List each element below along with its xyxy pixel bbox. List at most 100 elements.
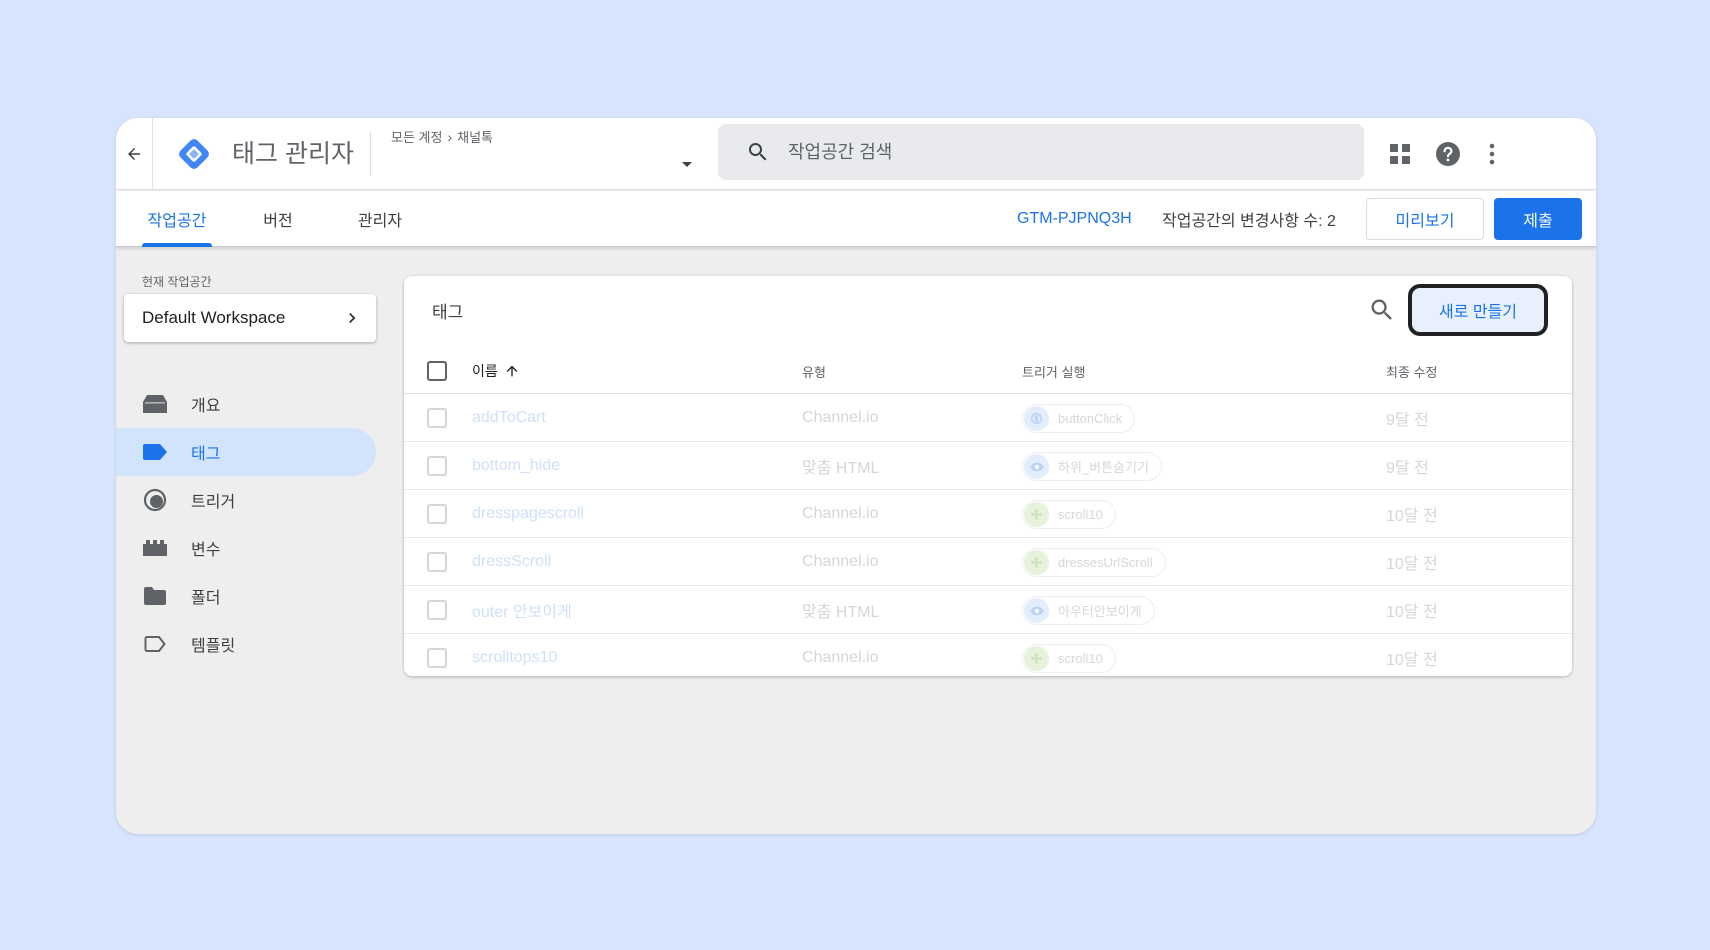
search-icon[interactable] [1368,296,1396,324]
tags-panel: 태그 새로 만들기 이름 유형 트리거 실행 최종 수정 addToCart C… [404,276,1572,676]
sidebar-item-triggers[interactable]: 트리거 [116,476,376,524]
sidebar-item-label: 폴더 [191,590,221,607]
tag-modified: 9달 전 [1386,412,1429,429]
tag-type: Channel.io [802,553,879,570]
submit-button[interactable]: 제출 [1494,198,1582,240]
row-checkbox[interactable] [427,456,447,476]
more-vert-icon [1489,143,1495,165]
trigger-chip-label: scroll10 [1058,507,1103,522]
title-divider [370,132,371,176]
column-header-trigger[interactable]: 트리거 실행 [1022,348,1085,394]
sidebar-item-label: 템플릿 [191,638,236,655]
trigger-chip[interactable]: scroll10 [1022,500,1116,529]
pageview-trigger-icon [1024,598,1049,623]
table-row[interactable]: outer 안보이게 맞춤 HTML 아우터안보이게 10달 전 [404,586,1572,634]
trigger-chip[interactable]: 하위_버튼숨기기 [1022,452,1162,481]
tag-name-link[interactable]: bottom_hide [472,442,560,490]
table-row[interactable]: scrolltops10 Channel.io scroll10 10달 전 [404,634,1572,676]
tag-modified: 9달 전 [1386,460,1429,477]
variable-icon [143,537,167,559]
new-tag-button[interactable]: 새로 만들기 [1408,284,1548,336]
sidebar-item-folders[interactable]: 폴더 [116,572,376,620]
breadcrumb-account[interactable]: 채널톡 [457,127,493,146]
column-header-type[interactable]: 유형 [802,348,826,394]
gtm-window: 태그 관리자 모든 계정 › 채널톡 작업공간 검색 작업공간 버전 관리자 G… [116,118,1596,834]
tag-icon [143,441,167,463]
tab-workspace[interactable]: 작업공간 [142,191,212,247]
table-header: 이름 유형 트리거 실행 최종 수정 [404,348,1572,394]
search-input[interactable] [788,141,1288,163]
workspace-tabs-bar: 작업공간 버전 관리자 GTM-PJPNQ3H 작업공간의 변경사항 수: 2 … [116,191,1596,247]
more-menu-button[interactable] [1478,140,1506,168]
tag-modified: 10달 전 [1386,508,1438,525]
tab-versions[interactable]: 버전 [253,191,303,247]
table-row[interactable]: dressScroll Channel.io dressesUrlScroll … [404,538,1572,586]
help-button[interactable] [1434,140,1462,168]
back-button[interactable] [116,118,153,190]
sidebar-item-overview[interactable]: 개요 [116,380,376,428]
sidebar-item-variables[interactable]: 변수 [116,524,376,572]
app-title: 태그 관리자 [232,140,354,168]
column-header-modified[interactable]: 최종 수정 [1386,348,1437,394]
apps-grid-button[interactable] [1386,140,1414,168]
tag-type: 맞춤 HTML [802,460,880,477]
container-id-link[interactable]: GTM-PJPNQ3H [1017,191,1132,247]
trigger-chip-label: scroll10 [1058,651,1103,666]
breadcrumb-all-accounts[interactable]: 모든 계정 [391,127,442,146]
workspace-changes-count: 작업공간의 변경사항 수: 2 [1162,213,1336,230]
search-icon [749,143,767,161]
sidebar-item-tags[interactable]: 태그 [116,428,376,476]
workspace-search[interactable] [718,124,1364,180]
trigger-chip[interactable]: scroll10 [1022,644,1116,673]
scroll-trigger-icon [1024,550,1049,575]
tag-name-link[interactable]: outer 안보이게 [472,586,572,634]
tag-name-link[interactable]: addToCart [472,394,546,442]
row-checkbox[interactable] [427,504,447,524]
table-row[interactable]: bottom_hide 맞춤 HTML 하위_버튼숨기기 9달 전 [404,442,1572,490]
trigger-chip-label: buttonClick [1058,411,1123,426]
scroll-trigger-icon [1024,646,1049,671]
trigger-chip[interactable]: buttonClick [1022,404,1136,433]
breadcrumb[interactable]: 모든 계정 › 채널톡 [391,127,493,146]
tag-modified: 10달 전 [1386,556,1438,573]
folder-icon [143,585,167,607]
panel-title: 태그 [432,303,464,322]
tag-name-link[interactable]: dressScroll [472,538,551,586]
select-all-checkbox[interactable] [427,361,447,381]
current-workspace-label: 현재 작업공간 [142,275,212,289]
tag-name-link[interactable]: scrolltops10 [472,634,557,676]
table-row[interactable]: addToCart Channel.io buttonClick 9달 전 [404,394,1572,442]
tag-type: 맞춤 HTML [802,604,880,621]
trigger-chip-label: 아우터안보이게 [1058,604,1142,619]
click-trigger-icon [1024,406,1049,431]
active-tab-indicator [142,243,212,247]
trigger-chip-label: dressesUrlScroll [1058,555,1153,570]
sidebar-item-label: 태그 [191,446,221,463]
tab-admin[interactable]: 관리자 [351,191,409,247]
tag-type: Channel.io [802,649,879,666]
trigger-chip[interactable]: dressesUrlScroll [1022,548,1166,577]
trigger-chip[interactable]: 아우터안보이게 [1022,596,1155,625]
tag-name-link[interactable]: dresspagescroll [472,490,584,538]
preview-button[interactable]: 미리보기 [1366,198,1484,240]
pageview-trigger-icon [1024,454,1049,479]
row-checkbox[interactable] [427,408,447,428]
table-row[interactable]: dresspagescroll Channel.io scroll10 10달 … [404,490,1572,538]
scroll-trigger-icon [1024,502,1049,527]
row-checkbox[interactable] [427,552,447,572]
overview-icon [143,393,167,415]
row-checkbox[interactable] [427,648,447,668]
sidebar-item-templates[interactable]: 템플릿 [116,620,376,668]
arrow-back-icon [128,148,140,160]
sidebar-item-label: 개요 [191,398,221,415]
column-header-name[interactable]: 이름 [472,348,520,394]
arrow-up-icon [506,365,518,377]
sidebar-item-label: 변수 [191,542,221,559]
column-name-label: 이름 [472,363,498,379]
workspace-selector[interactable]: Default Workspace [124,294,376,342]
tag-type: Channel.io [802,409,879,426]
help-icon [1436,142,1460,166]
top-header: 태그 관리자 모든 계정 › 채널톡 [116,118,1596,190]
dropdown-arrow-icon[interactable] [679,156,695,172]
row-checkbox[interactable] [427,600,447,620]
